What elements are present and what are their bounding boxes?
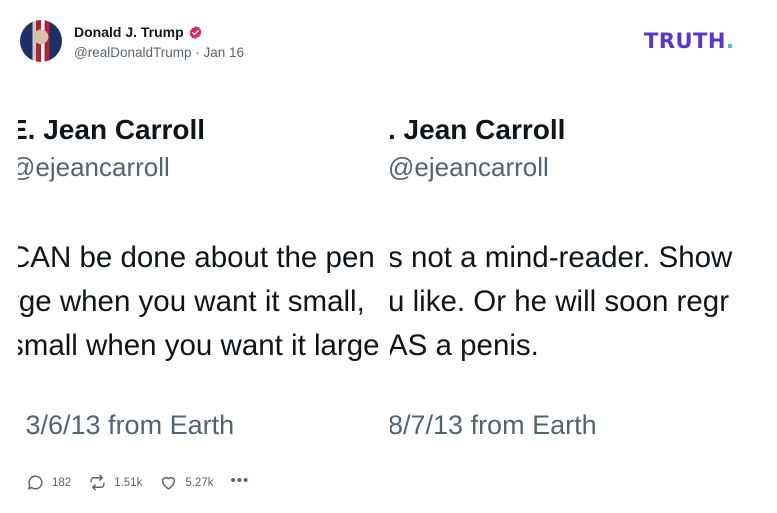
reply-count: 182 — [52, 476, 72, 489]
heart-icon — [162, 476, 176, 490]
truth-logo-dot: . — [725, 29, 735, 53]
tweet-author-handle: @ejeancarroll — [390, 152, 549, 182]
truth-logo-text: TRUTH — [644, 29, 726, 53]
retruth-button[interactable]: 1.51k — [88, 473, 142, 492]
tweet-text-line: rge when you want it small, — [18, 285, 365, 318]
separator: · — [195, 45, 200, 60]
tweet-author-handle: @ejeancarroll — [18, 152, 170, 182]
handle-row: @realDonaldTrump · Jan 16 — [74, 45, 244, 60]
more-dots-icon: ••• — [230, 472, 250, 489]
tweet-text-line: u like. Or he will soon regr — [390, 285, 730, 318]
tweet-text-line: s not a mind-reader. Show — [390, 241, 733, 274]
retruth-icon — [90, 474, 105, 491]
screenshot-right-panel: . Jean Carroll @ejeancarroll s not a min… — [390, 100, 758, 455]
tweet-date: 8/7/13 from Earth — [390, 410, 597, 440]
like-count: 5.27k — [185, 476, 214, 489]
author-handle[interactable]: @realDonaldTrump — [74, 45, 192, 60]
like-button[interactable]: 5.27k — [159, 473, 213, 492]
retruth-count: 1.51k — [114, 476, 143, 489]
post-date[interactable]: Jan 16 — [204, 45, 245, 60]
screenshot-left-panel: E. Jean Carroll @ejeancarroll CAN be don… — [18, 100, 390, 455]
verified-badge-icon — [189, 25, 202, 39]
author-block: Donald J. Trump @realDonaldTrump · Jan 1… — [74, 24, 244, 60]
author-name[interactable]: Donald J. Trump — [74, 24, 184, 40]
tweet-text-line: CAN be done about the pen — [18, 241, 375, 274]
tweet-author-name: . Jean Carroll — [390, 114, 566, 145]
reply-bubble-icon — [28, 475, 43, 490]
reply-button[interactable]: 182 — [26, 473, 71, 492]
tweet-author-name: E. Jean Carroll — [18, 114, 206, 145]
post-header: Donald J. Trump @realDonaldTrump · Jan 1… — [20, 20, 244, 62]
truth-logo[interactable]: TRUTH. — [644, 29, 734, 53]
tweet-text-line: small when you want it large — [18, 329, 380, 362]
action-bar: 182 1.51k 5.27k ••• — [26, 473, 266, 492]
post-media-image[interactable]: E. Jean Carroll @ejeancarroll CAN be don… — [18, 100, 758, 455]
tweet-date: · 3/6/13 from Earth — [18, 410, 235, 440]
tweet-text-line: AS a penis. — [390, 329, 539, 362]
avatar[interactable] — [20, 20, 62, 62]
author-name-row: Donald J. Trump — [74, 24, 244, 40]
more-button[interactable]: ••• — [230, 473, 249, 488]
